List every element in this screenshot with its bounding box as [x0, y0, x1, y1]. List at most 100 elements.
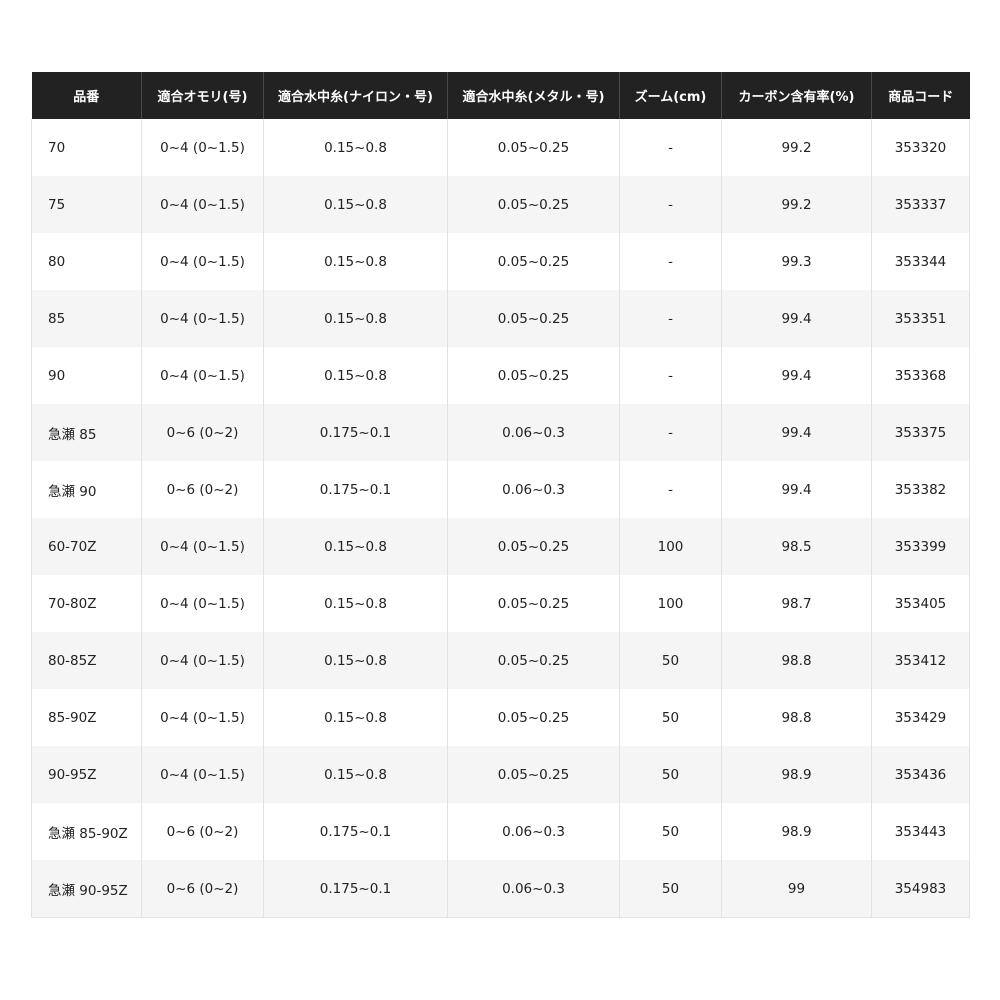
table-row: 70-80Z 0~4 (0~1.5) 0.15~0.8 0.05~0.25 100 98.…: [31, 575, 970, 632]
carbon-content-cell: 98.8: [721, 632, 872, 689]
product-code-cell: 353399: [871, 518, 970, 575]
model-number-cell: 60-70Z: [31, 518, 142, 575]
sinker-size-cell: 0~4 (0~1.5): [141, 176, 264, 233]
sinker-size-cell: 0~6 (0~2): [141, 860, 264, 918]
model-number-cell: 70-80Z: [31, 575, 142, 632]
table-row: 85-90Z 0~4 (0~1.5) 0.15~0.8 0.05~0.25 50 98.8…: [31, 689, 970, 746]
metal-line-cell: 0.06~0.3: [447, 404, 620, 461]
carbon-content-cell: 98.9: [721, 746, 872, 803]
table-row: 85 0~4 (0~1.5) 0.15~0.8 0.05~0.25-99.4 35335…: [31, 290, 970, 347]
zoom-cell: 50: [619, 632, 722, 689]
carbon-content-cell: 98.9: [721, 803, 872, 860]
model-number-cell: 80-85Z: [31, 632, 142, 689]
table-row: 80-85Z 0~4 (0~1.5) 0.15~0.8 0.05~0.25 50 98.8…: [31, 632, 970, 689]
table-row: 90-95Z 0~4 (0~1.5) 0.15~0.8 0.05~0.25 50 98.9…: [31, 746, 970, 803]
table-row: 60-70Z 0~4 (0~1.5) 0.15~0.8 0.05~0.25 100 98.…: [31, 518, 970, 575]
zoom-cell: -: [619, 290, 722, 347]
metal-line-cell: 0.06~0.3: [447, 860, 620, 918]
product-code-cell: 353320: [871, 119, 970, 176]
metal-line-cell: 0.05~0.25: [447, 233, 620, 290]
sinker-size-cell: 0~4 (0~1.5): [141, 347, 264, 404]
metal-line-cell: 0.06~0.3: [447, 803, 620, 860]
carbon-content-cell: 99.2: [721, 176, 872, 233]
model-number-cell: 急瀬 90: [31, 461, 142, 518]
header-zoom: ズーム(cm): [619, 72, 722, 119]
product-code-cell: 354983: [871, 860, 970, 918]
nylon-line-cell: 0.15~0.8: [263, 176, 448, 233]
sinker-size-cell: 0~6 (0~2): [141, 461, 264, 518]
metal-line-cell: 0.06~0.3: [447, 461, 620, 518]
product-code-cell: 353412: [871, 632, 970, 689]
product-code-cell: 353405: [871, 575, 970, 632]
table-row: 急瀬 85-90Z 0~6 (0~2) 0.175~0.1 0.06~0.3 50 98.…: [31, 803, 970, 860]
carbon-content-cell: 99.3: [721, 233, 872, 290]
zoom-cell: 50: [619, 746, 722, 803]
sinker-size-cell: 0~4 (0~1.5): [141, 233, 264, 290]
zoom-cell: -: [619, 404, 722, 461]
metal-line-cell: 0.05~0.25: [447, 176, 620, 233]
sinker-size-cell: 0~4 (0~1.5): [141, 632, 264, 689]
carbon-content-cell: 99.4: [721, 347, 872, 404]
nylon-line-cell: 0.175~0.1: [263, 461, 448, 518]
table-row: 急瀬 90-95Z 0~6 (0~2) 0.175~0.1 0.06~0.3 50 99 3…: [31, 860, 970, 918]
product-code-cell: 353436: [871, 746, 970, 803]
metal-line-cell: 0.05~0.25: [447, 119, 620, 176]
nylon-line-cell: 0.175~0.1: [263, 803, 448, 860]
zoom-cell: 50: [619, 860, 722, 918]
metal-line-cell: 0.05~0.25: [447, 290, 620, 347]
model-number-cell: 80: [31, 233, 142, 290]
model-number-cell: 急瀬 90-95Z: [31, 860, 142, 918]
nylon-line-cell: 0.15~0.8: [263, 290, 448, 347]
header-product-code: 商品コード: [871, 72, 970, 119]
spec-table: 品番 適合オモリ(号) 適合水中糸(ナイロン・号) 適合水中糸(メタル・号) ズ…: [31, 72, 970, 918]
header-row: 品番 適合オモリ(号) 適合水中糸(ナイロン・号) 適合水中糸(メタル・号) ズ…: [31, 72, 970, 119]
product-code-cell: 353375: [871, 404, 970, 461]
zoom-cell: -: [619, 176, 722, 233]
sinker-size-cell: 0~4 (0~1.5): [141, 746, 264, 803]
nylon-line-cell: 0.15~0.8: [263, 347, 448, 404]
model-number-cell: 70: [31, 119, 142, 176]
spec-table-header: 品番 適合オモリ(号) 適合水中糸(ナイロン・号) 適合水中糸(メタル・号) ズ…: [31, 72, 970, 119]
nylon-line-cell: 0.15~0.8: [263, 518, 448, 575]
product-code-cell: 353429: [871, 689, 970, 746]
table-row: 90 0~4 (0~1.5) 0.15~0.8 0.05~0.25-99.4 35336…: [31, 347, 970, 404]
nylon-line-cell: 0.15~0.8: [263, 233, 448, 290]
zoom-cell: 100: [619, 518, 722, 575]
zoom-cell: -: [619, 347, 722, 404]
model-number-cell: 90-95Z: [31, 746, 142, 803]
sinker-size-cell: 0~6 (0~2): [141, 803, 264, 860]
product-code-cell: 353351: [871, 290, 970, 347]
model-number-cell: 85: [31, 290, 142, 347]
spec-table-body: 70 0~4 (0~1.5) 0.15~0.8 0.05~0.25-99.2 35332…: [31, 119, 970, 918]
zoom-cell: 50: [619, 803, 722, 860]
zoom-cell: -: [619, 233, 722, 290]
carbon-content-cell: 98.8: [721, 689, 872, 746]
header-nylon-line: 適合水中糸(ナイロン・号): [263, 72, 448, 119]
model-number-cell: 90: [31, 347, 142, 404]
product-code-cell: 353337: [871, 176, 970, 233]
nylon-line-cell: 0.175~0.1: [263, 860, 448, 918]
metal-line-cell: 0.05~0.25: [447, 575, 620, 632]
nylon-line-cell: 0.175~0.1: [263, 404, 448, 461]
zoom-cell: 50: [619, 689, 722, 746]
nylon-line-cell: 0.15~0.8: [263, 689, 448, 746]
header-sinker-size: 適合オモリ(号): [141, 72, 264, 119]
table-row: 80 0~4 (0~1.5) 0.15~0.8 0.05~0.25-99.3 35334…: [31, 233, 970, 290]
metal-line-cell: 0.05~0.25: [447, 689, 620, 746]
sinker-size-cell: 0~4 (0~1.5): [141, 119, 264, 176]
carbon-content-cell: 98.5: [721, 518, 872, 575]
nylon-line-cell: 0.15~0.8: [263, 575, 448, 632]
metal-line-cell: 0.05~0.25: [447, 347, 620, 404]
product-code-cell: 353382: [871, 461, 970, 518]
product-code-cell: 353368: [871, 347, 970, 404]
nylon-line-cell: 0.15~0.8: [263, 746, 448, 803]
model-number-cell: 75: [31, 176, 142, 233]
nylon-line-cell: 0.15~0.8: [263, 632, 448, 689]
table-row: 急瀬 90 0~6 (0~2) 0.175~0.1 0.06~0.3-99.4 3533…: [31, 461, 970, 518]
product-code-cell: 353443: [871, 803, 970, 860]
sinker-size-cell: 0~4 (0~1.5): [141, 518, 264, 575]
table-row: 75 0~4 (0~1.5) 0.15~0.8 0.05~0.25-99.2 35333…: [31, 176, 970, 233]
metal-line-cell: 0.05~0.25: [447, 746, 620, 803]
metal-line-cell: 0.05~0.25: [447, 518, 620, 575]
metal-line-cell: 0.05~0.25: [447, 632, 620, 689]
